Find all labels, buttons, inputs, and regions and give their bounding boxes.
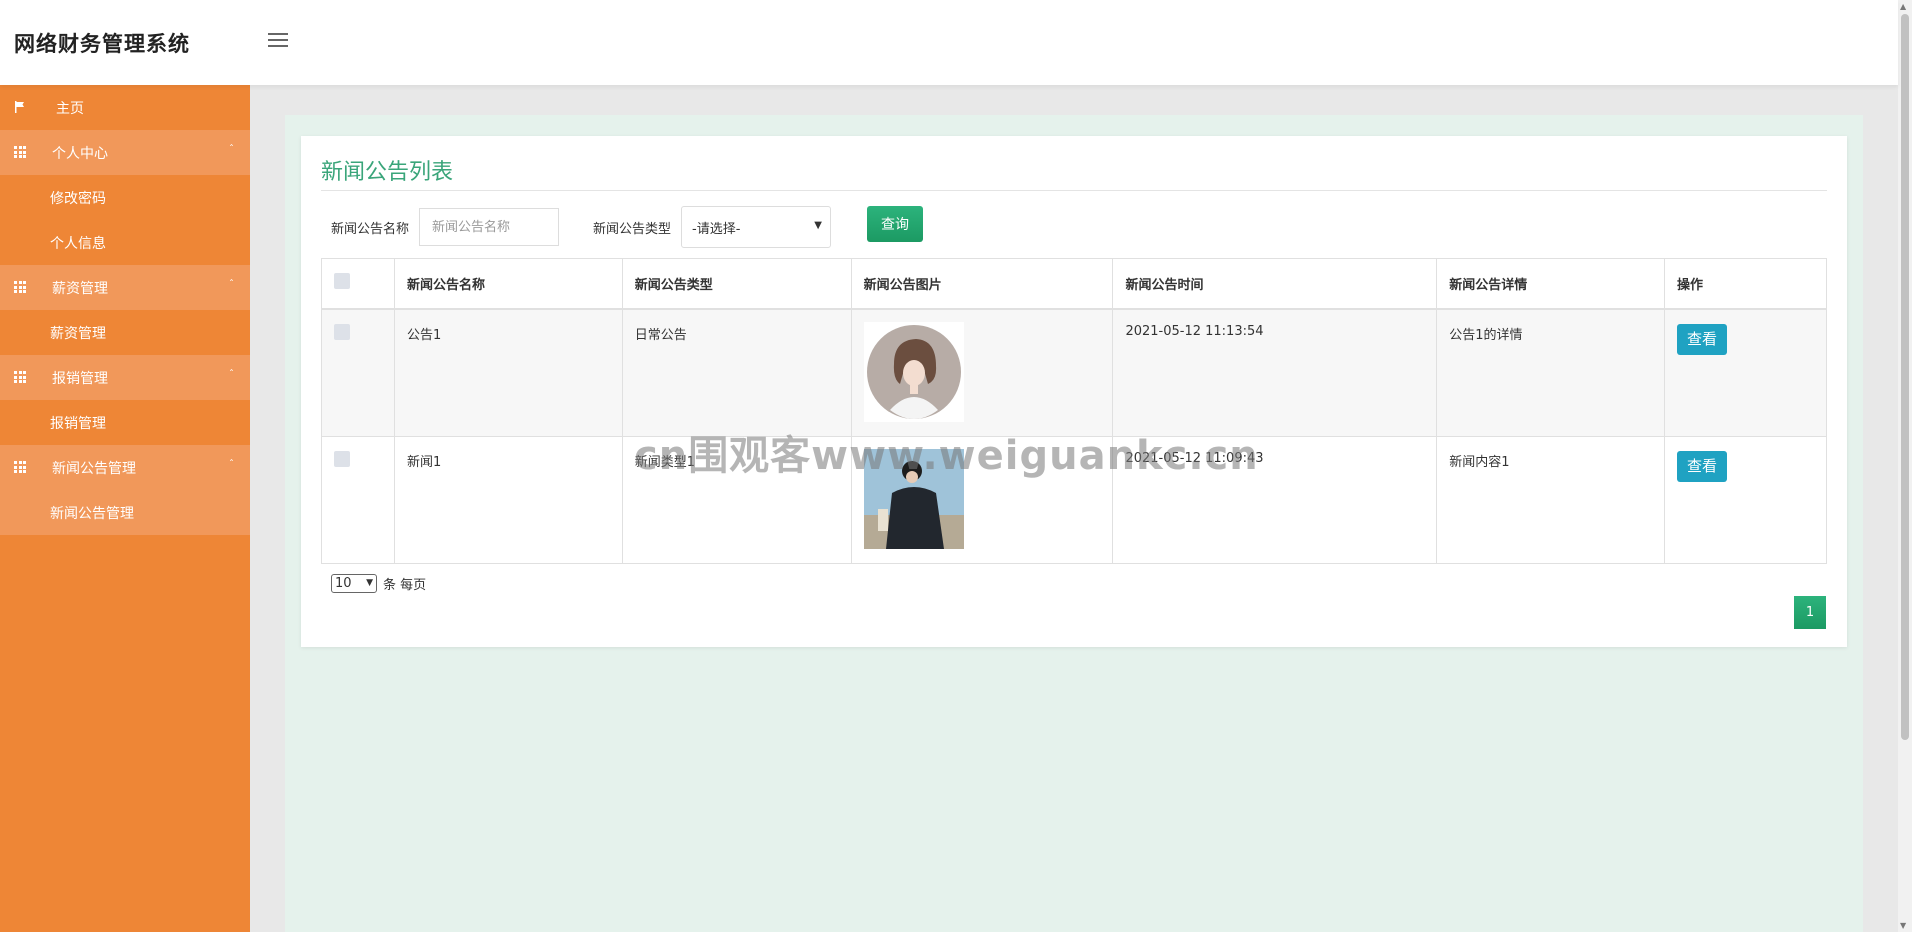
row-checkbox[interactable] — [334, 323, 350, 340]
news-thumbnail-image[interactable] — [863, 448, 964, 549]
sidebar-item-label: 薪资管理 — [50, 325, 106, 342]
table-row: 公告1 日常公告 2021-05-12 11:13:54 公告1的详情 查看 — [321, 308, 1827, 437]
news-table: 新闻公告名称 新闻公告类型 新闻公告图片 新闻公告时间 新闻公告详情 操作 公告… — [321, 258, 1827, 564]
grid-icon — [14, 371, 26, 383]
sidebar-item-label: 个人中心 — [52, 145, 108, 162]
action-cell: 查看 — [1664, 308, 1827, 437]
column-header: 操作 — [1664, 258, 1827, 310]
flag-icon — [14, 101, 26, 113]
page-title: 新闻公告列表 — [321, 160, 454, 185]
page-size-value: 10 — [335, 576, 352, 591]
news-detail-cell: 新闻内容1 — [1436, 435, 1666, 564]
news-image-cell — [850, 435, 1114, 564]
sidebar-item-label: 主页 — [56, 100, 84, 117]
name-search-input[interactable] — [419, 208, 559, 246]
sidebar-item-salary-management[interactable]: 薪资管理 — [0, 310, 250, 355]
grid-icon — [14, 461, 26, 473]
select-all-header — [321, 258, 395, 310]
news-thumbnail-image[interactable] — [863, 321, 964, 422]
table-header-row: 新闻公告名称 新闻公告类型 新闻公告图片 新闻公告时间 新闻公告详情 操作 — [321, 258, 1827, 310]
caret-up-icon: ˆ — [229, 144, 234, 155]
sidebar-item-home[interactable]: 主页 — [0, 85, 250, 130]
news-image-cell — [850, 308, 1114, 437]
page-size-select[interactable]: 10 ▼ — [331, 574, 377, 593]
scroll-down-arrow-icon[interactable]: ▼ — [1900, 921, 1906, 930]
sidebar-item-label: 修改密码 — [50, 190, 106, 207]
row-checkbox[interactable] — [334, 450, 350, 467]
type-filter-label: 新闻公告类型 — [593, 222, 672, 237]
chevron-down-icon: ▼ — [814, 220, 822, 231]
page-number-button[interactable]: 1 — [1794, 596, 1826, 629]
column-header[interactable]: 新闻公告图片 — [850, 258, 1114, 310]
divider — [321, 190, 1827, 191]
sidebar-item-label: 新闻公告管理 — [52, 460, 136, 477]
column-header[interactable]: 新闻公告时间 — [1112, 258, 1438, 310]
action-cell: 查看 — [1664, 435, 1827, 564]
news-list-card: 新闻公告列表 新闻公告名称 新闻公告类型 -请选择- ▼ 查询 新闻公告名称 新… — [301, 136, 1847, 647]
scroll-thumb[interactable] — [1901, 14, 1909, 740]
table-row: 新闻1 新闻类型1 2021-05-12 11:09:43 新闻内容1 查看 — [321, 435, 1827, 564]
caret-up-icon: ˆ — [229, 279, 234, 290]
caret-up-icon: ˆ — [229, 369, 234, 380]
sidebar-item-change-password[interactable]: 修改密码 — [0, 175, 250, 220]
column-header[interactable]: 新闻公告名称 — [393, 258, 623, 310]
per-page-label: 条 每页 — [383, 578, 427, 593]
view-button[interactable]: 查看 — [1677, 323, 1728, 355]
caret-up-icon: ˆ — [229, 459, 234, 470]
news-detail-cell: 公告1的详情 — [1436, 308, 1666, 437]
row-select-cell — [321, 308, 395, 437]
query-button[interactable]: 查询 — [867, 206, 923, 242]
row-select-cell — [321, 435, 395, 564]
search-bar: 新闻公告名称 新闻公告类型 -请选择- ▼ 查询 — [331, 206, 931, 248]
vertical-scrollbar[interactable]: ▲ ▼ — [1898, 0, 1912, 932]
news-type-cell: 新闻类型1 — [621, 435, 852, 564]
sidebar-item-label: 新闻公告管理 — [50, 505, 134, 522]
sidebar-item-label: 个人信息 — [50, 235, 106, 252]
scroll-up-arrow-icon[interactable]: ▲ — [1900, 2, 1906, 11]
chevron-down-icon: ▼ — [366, 578, 373, 588]
news-type-cell: 日常公告 — [621, 308, 852, 437]
sidebar-group-salary[interactable]: 薪资管理 ˆ — [0, 265, 250, 310]
column-header[interactable]: 新闻公告类型 — [621, 258, 852, 310]
sidebar-group-personal-center[interactable]: 个人中心 ˆ — [0, 130, 250, 175]
sidebar-item-news-management[interactable]: 新闻公告管理 — [0, 490, 250, 535]
sidebar-item-label: 薪资管理 — [52, 280, 108, 297]
grid-icon — [14, 281, 26, 293]
app-title: 网络财务管理系统 — [14, 32, 190, 56]
type-select-value: -请选择- — [692, 221, 741, 237]
sidebar-item-reimbursement-management[interactable]: 报销管理 — [0, 400, 250, 445]
sidebar-item-label: 报销管理 — [52, 370, 108, 387]
news-time-cell: 2021-05-12 11:13:54 — [1112, 308, 1438, 437]
hamburger-menu-icon[interactable] — [268, 33, 288, 49]
news-name-cell: 新闻1 — [393, 435, 623, 564]
sidebar: 主页 个人中心 ˆ 修改密码 个人信息 薪资管理 ˆ 薪资管理 报销管理 ˆ 报… — [0, 85, 250, 932]
sidebar-item-label: 报销管理 — [50, 415, 106, 432]
select-all-checkbox[interactable] — [334, 273, 350, 290]
top-header: 网络财务管理系统 — [0, 0, 1898, 85]
news-time-cell: 2021-05-12 11:09:43 — [1112, 435, 1438, 564]
name-filter-label: 新闻公告名称 — [331, 222, 410, 237]
grid-icon — [14, 146, 26, 158]
pagination-size: 10 ▼ 条 每页 — [331, 574, 426, 593]
sidebar-group-news[interactable]: 新闻公告管理 ˆ — [0, 445, 250, 490]
type-select[interactable]: -请选择- ▼ — [681, 206, 831, 248]
news-name-cell: 公告1 — [393, 308, 623, 437]
column-header[interactable]: 新闻公告详情 — [1436, 258, 1666, 310]
sidebar-group-reimbursement[interactable]: 报销管理 ˆ — [0, 355, 250, 400]
view-button[interactable]: 查看 — [1677, 450, 1728, 482]
sidebar-item-personal-info[interactable]: 个人信息 — [0, 220, 250, 265]
